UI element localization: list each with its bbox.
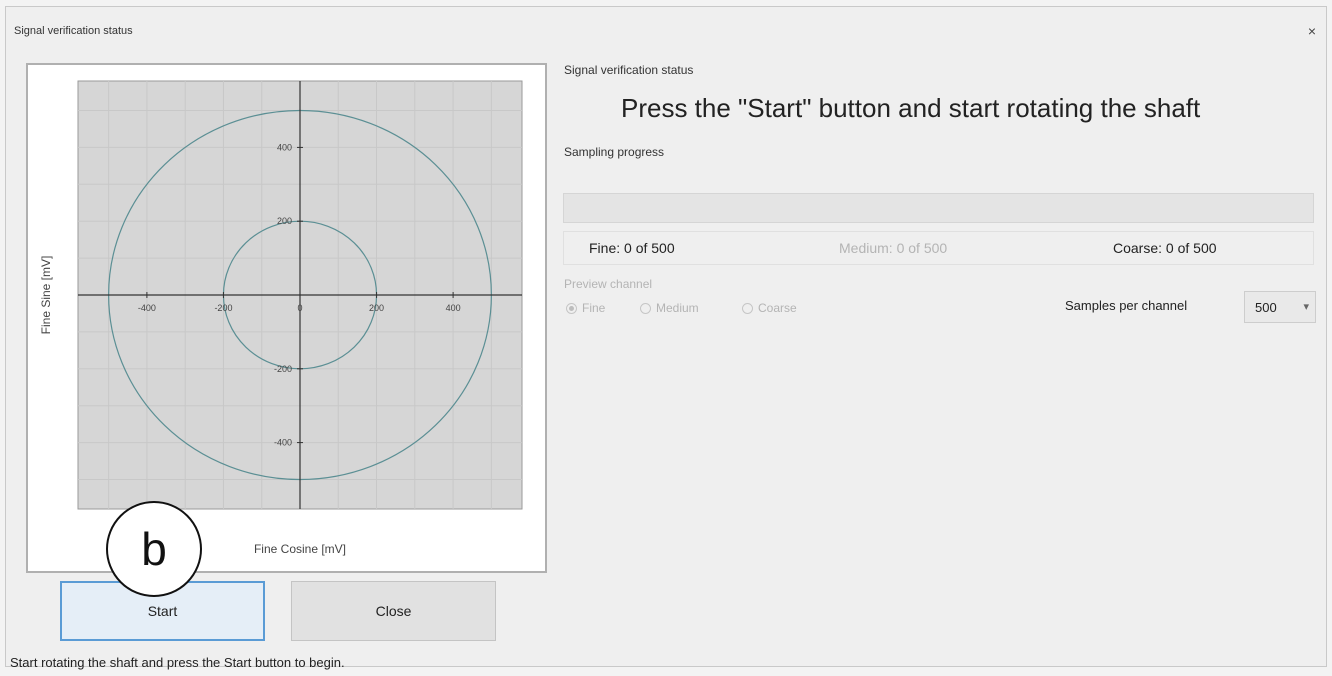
y-tick-label: 200 bbox=[277, 216, 292, 226]
radio-fine-dot bbox=[566, 302, 577, 314]
samples-per-channel-label: Samples per channel bbox=[1065, 298, 1188, 313]
instruction-text: Press the "Start" button and start rotat… bbox=[621, 93, 1201, 123]
radio-coarse-label: Coarse bbox=[758, 301, 797, 315]
coarse-count: Coarse: 0 of 500 bbox=[1113, 240, 1217, 256]
radio-coarse-dot bbox=[742, 302, 753, 314]
samples-per-channel-value: 500 bbox=[1255, 299, 1277, 315]
radio-medium-label: Medium bbox=[656, 301, 699, 315]
radio-fine-label: Fine bbox=[582, 301, 606, 315]
x-tick-label: 0 bbox=[297, 303, 302, 313]
x-tick-label: -400 bbox=[138, 303, 156, 313]
window-title: Signal verification status bbox=[14, 25, 133, 37]
y-tick-label: -400 bbox=[274, 438, 292, 448]
x-axis-label: Fine Cosine [mV] bbox=[254, 542, 346, 556]
radio-medium-dot bbox=[640, 302, 651, 314]
y-tick-label: -200 bbox=[274, 364, 292, 374]
lissajous-plot: -400 -200 0 200 400 400 200 -200 -400 Fine Cosine… bbox=[26, 63, 547, 573]
y-axis-label: Fine Sine [mV] bbox=[39, 256, 53, 335]
samples-per-channel-select[interactable]: 500 ▾ bbox=[1244, 291, 1316, 323]
plot-svg: -400 -200 0 200 400 400 200 -200 -400 Fine Cosine… bbox=[39, 80, 523, 556]
sampling-progress-bar bbox=[563, 193, 1314, 223]
preview-channel-group: Preview channel Fine Medium Coarse bbox=[563, 277, 841, 333]
fine-count: Fine: 0 of 500 bbox=[589, 240, 675, 256]
close-icon[interactable]: × bbox=[1308, 23, 1316, 39]
callout-b: b bbox=[106, 501, 202, 597]
close-button[interactable]: Close bbox=[291, 581, 496, 641]
radio-medium[interactable]: Medium bbox=[640, 301, 699, 315]
y-tick-label: 400 bbox=[277, 142, 292, 152]
x-tick-label: 400 bbox=[446, 303, 461, 313]
preview-channel-label: Preview channel bbox=[564, 277, 653, 291]
radio-fine[interactable]: Fine bbox=[566, 301, 605, 315]
x-tick-label: -200 bbox=[214, 303, 232, 313]
chevron-down-icon: ▾ bbox=[1303, 301, 1309, 313]
radio-coarse[interactable]: Coarse bbox=[742, 301, 797, 315]
medium-count: Medium: 0 of 500 bbox=[839, 240, 948, 256]
status-bar: Start rotating the shaft and press the S… bbox=[10, 655, 345, 670]
signal-verification-dialog: Signal verification status × -400 -200 0 20… bbox=[5, 6, 1327, 670]
x-tick-label: 200 bbox=[369, 303, 384, 313]
sampling-progress-label: Sampling progress bbox=[564, 145, 665, 159]
status-group-label: Signal verification status bbox=[564, 63, 694, 77]
